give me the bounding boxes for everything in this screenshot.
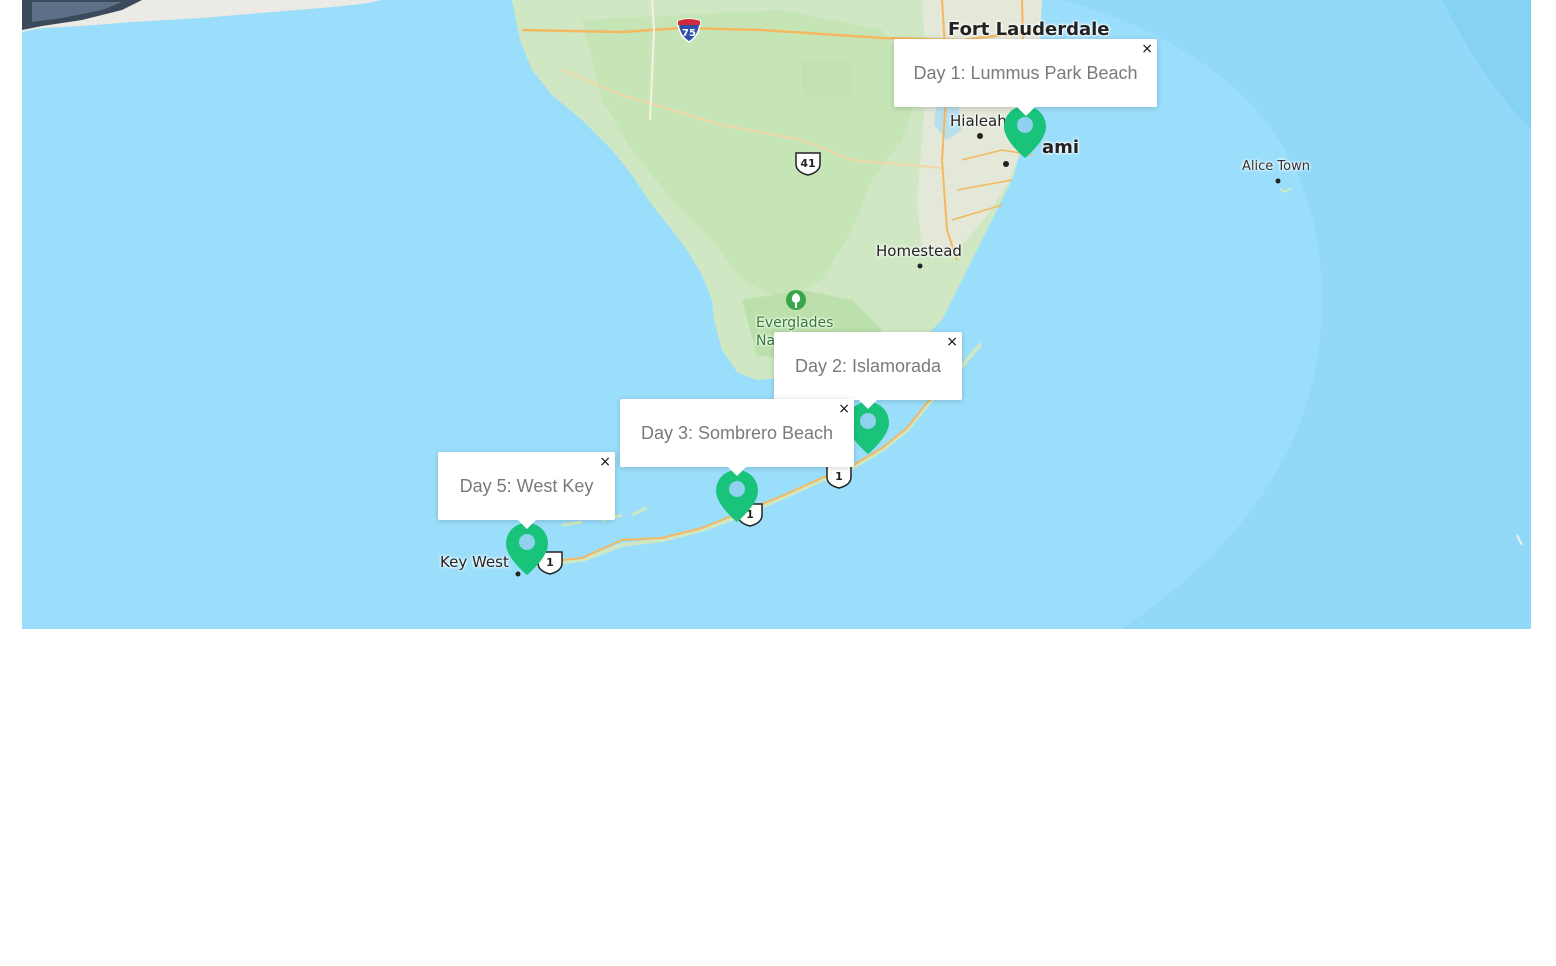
close-icon[interactable]: × xyxy=(599,453,611,471)
popup-day-1: Day 1: Lummus Park Beach × xyxy=(894,39,1157,116)
label-hialeah: Hialeah xyxy=(950,112,1007,130)
map-pin-icon[interactable] xyxy=(504,521,550,577)
interstate-75-shield: 75 xyxy=(677,18,701,43)
popup-label: Day 5: West Key xyxy=(459,475,594,496)
label-key-west: Key West xyxy=(440,553,509,571)
close-icon[interactable]: × xyxy=(946,333,958,351)
popup-label: Day 2: Islamorada xyxy=(794,355,942,376)
svg-text:41: 41 xyxy=(800,157,815,170)
map-pin-icon[interactable] xyxy=(714,468,760,524)
us-41-shield: 41 xyxy=(795,152,821,176)
popup-day-5: Day 5: West Key × xyxy=(438,452,615,529)
map-canvas[interactable]: 75 41 1 1 1 Fort Lauderdale Hialeah ami … xyxy=(22,0,1531,629)
popup-tip xyxy=(1016,107,1035,116)
label-fort-lauderdale: Fort Lauderdale xyxy=(948,19,1110,40)
popup-day-3: Day 3: Sombrero Beach × xyxy=(620,399,854,476)
popup-label: Day 3: Sombrero Beach xyxy=(640,422,834,443)
popup-tip xyxy=(517,520,536,529)
svg-text:75: 75 xyxy=(682,28,696,39)
hero-image-corner xyxy=(22,0,382,32)
label-alice-town: Alice Town xyxy=(1242,159,1310,174)
label-everglades-line1: Everglades xyxy=(756,315,834,331)
popup-tip xyxy=(728,467,746,476)
popup-day-2: Day 2: Islamorada × xyxy=(774,332,962,409)
label-homestead: Homestead xyxy=(876,242,962,260)
svg-text:1: 1 xyxy=(835,470,843,483)
popup-label: Day 1: Lummus Park Beach xyxy=(913,62,1138,83)
popup-tip xyxy=(859,400,877,409)
close-icon[interactable]: × xyxy=(838,400,850,418)
close-icon[interactable]: × xyxy=(1141,40,1153,58)
